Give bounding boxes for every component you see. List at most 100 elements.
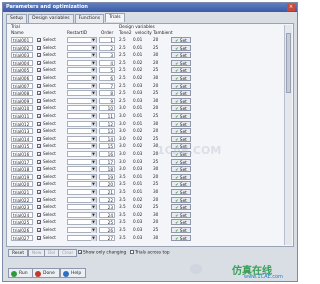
order-field[interactable]: 27: [99, 234, 115, 241]
order-field[interactable]: 16: [99, 151, 115, 157]
select-checkbox[interactable]: ✓: [37, 182, 41, 187]
trials-across-top-checkbox[interactable]: [130, 250, 134, 254]
order-field[interactable]: 19: [99, 173, 115, 180]
restart-dropdown[interactable]: ▼: [67, 135, 97, 142]
select-checkbox[interactable]: ✓: [37, 53, 41, 58]
trial-name-field[interactable]: trial025: [11, 219, 33, 226]
trial-name-field[interactable]: trial002: [11, 44, 33, 51]
select-checkbox[interactable]: ✓: [37, 235, 41, 240]
order-field[interactable]: 22: [99, 196, 115, 203]
trial-name-field[interactable]: trial017: [11, 158, 33, 165]
select-checkbox[interactable]: ✓: [37, 83, 41, 88]
order-field[interactable]: 10: [99, 105, 115, 112]
set-button[interactable]: ✔ Set: [171, 166, 191, 173]
trials-across-top-option[interactable]: Trials across top: [130, 250, 170, 257]
set-button[interactable]: ✔ Set: [171, 120, 191, 127]
trial-name-field[interactable]: trial026: [11, 227, 33, 233]
set-button[interactable]: ✔ Set: [171, 158, 191, 165]
clear-button[interactable]: Clear: [58, 249, 78, 257]
select-checkbox[interactable]: ✓: [37, 121, 41, 126]
run-button[interactable]: Run: [8, 268, 33, 278]
restart-dropdown[interactable]: ▼: [67, 37, 97, 43]
set-button[interactable]: ✔ Set: [171, 44, 191, 51]
select-checkbox[interactable]: ✓: [37, 167, 41, 172]
order-field[interactable]: 1: [99, 37, 115, 43]
set-button[interactable]: ✔ Set: [171, 97, 191, 104]
select-checkbox[interactable]: ✓: [37, 114, 41, 119]
trial-name-field[interactable]: trial021: [11, 189, 33, 195]
order-field[interactable]: 13: [99, 128, 115, 135]
restart-dropdown[interactable]: ▼: [67, 166, 97, 173]
select-checkbox[interactable]: ✓: [37, 212, 41, 217]
vertical-scrollbar[interactable]: [284, 25, 292, 245]
set-button[interactable]: ✔ Set: [171, 52, 191, 59]
restart-dropdown[interactable]: ▼: [67, 82, 97, 89]
trial-name-field[interactable]: trial004: [11, 59, 33, 66]
trial-name-field[interactable]: trial013: [11, 128, 33, 135]
trial-name-field[interactable]: trial027: [11, 234, 33, 241]
restart-dropdown[interactable]: ▼: [67, 90, 97, 97]
set-button[interactable]: ✔ Set: [171, 90, 191, 97]
set-button[interactable]: ✔ Set: [171, 59, 191, 66]
restart-dropdown[interactable]: ▼: [67, 211, 97, 218]
order-field[interactable]: 24: [99, 211, 115, 218]
restart-dropdown[interactable]: ▼: [67, 44, 97, 51]
close-icon[interactable]: ×: [287, 4, 295, 11]
set-button[interactable]: ✔ Set: [171, 189, 191, 195]
order-field[interactable]: 15: [99, 143, 115, 150]
select-checkbox[interactable]: ✓: [37, 190, 41, 195]
order-field[interactable]: 3: [99, 52, 115, 59]
select-checkbox[interactable]: ✓: [37, 98, 41, 103]
select-checkbox[interactable]: ✓: [37, 68, 41, 73]
select-checkbox[interactable]: ✓: [37, 76, 41, 81]
restart-dropdown[interactable]: ▼: [67, 105, 97, 112]
set-button[interactable]: ✔ Set: [171, 113, 191, 119]
select-checkbox[interactable]: ✓: [37, 228, 41, 233]
order-field[interactable]: 21: [99, 189, 115, 195]
select-checkbox[interactable]: ✓: [37, 159, 41, 164]
set-button[interactable]: ✔ Set: [171, 234, 191, 241]
title-bar[interactable]: Parameters and optimization ×: [3, 3, 297, 12]
trial-name-field[interactable]: trial003: [11, 52, 33, 59]
trial-name-field[interactable]: trial010: [11, 105, 33, 112]
select-checkbox[interactable]: ✓: [37, 152, 41, 157]
select-checkbox[interactable]: ✓: [37, 174, 41, 179]
reset-button[interactable]: Reset: [8, 249, 29, 257]
restart-dropdown[interactable]: ▼: [67, 52, 97, 59]
set-button[interactable]: ✔ Set: [171, 75, 191, 81]
trial-name-field[interactable]: trial001: [11, 37, 33, 43]
order-field[interactable]: 12: [99, 120, 115, 127]
set-button[interactable]: ✔ Set: [171, 105, 191, 112]
set-button[interactable]: ✔ Set: [171, 211, 191, 218]
restart-dropdown[interactable]: ▼: [67, 151, 97, 157]
set-button[interactable]: ✔ Set: [171, 37, 191, 43]
select-checkbox[interactable]: ✓: [37, 106, 41, 111]
trial-name-field[interactable]: trial011: [11, 113, 33, 119]
show-only-changing-checkbox[interactable]: ✓: [78, 250, 82, 255]
trial-name-field[interactable]: trial016: [11, 151, 33, 157]
restart-dropdown[interactable]: ▼: [67, 59, 97, 66]
trial-name-field[interactable]: trial023: [11, 204, 33, 211]
order-field[interactable]: 4: [99, 59, 115, 66]
set-button[interactable]: ✔ Set: [171, 128, 191, 135]
restart-dropdown[interactable]: ▼: [67, 128, 97, 135]
set-button[interactable]: ✔ Set: [171, 196, 191, 203]
set-button[interactable]: ✔ Set: [171, 227, 191, 233]
restart-dropdown[interactable]: ▼: [67, 189, 97, 195]
set-button[interactable]: ✔ Set: [171, 82, 191, 89]
set-button[interactable]: ✔ Set: [171, 173, 191, 180]
trial-name-field[interactable]: trial008: [11, 90, 33, 97]
trial-name-field[interactable]: trial006: [11, 75, 33, 81]
select-checkbox[interactable]: ✓: [37, 60, 41, 65]
select-checkbox[interactable]: ✓: [37, 91, 41, 96]
order-field[interactable]: 9: [99, 97, 115, 104]
restart-dropdown[interactable]: ▼: [67, 181, 97, 188]
select-checkbox[interactable]: ✓: [37, 38, 41, 43]
order-field[interactable]: 7: [99, 82, 115, 89]
set-button[interactable]: ✔ Set: [171, 204, 191, 211]
order-field[interactable]: 6: [99, 75, 115, 81]
trial-name-field[interactable]: trial018: [11, 166, 33, 173]
restart-dropdown[interactable]: ▼: [67, 173, 97, 180]
set-button[interactable]: ✔ Set: [171, 219, 191, 226]
restart-dropdown[interactable]: ▼: [67, 234, 97, 241]
